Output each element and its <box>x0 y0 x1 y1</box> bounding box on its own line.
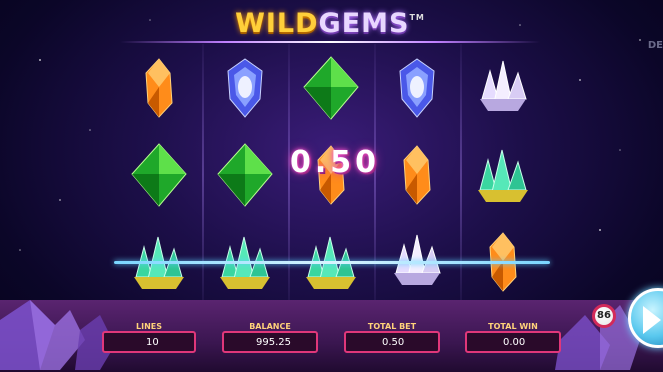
green-gem-symbol <box>116 131 202 218</box>
green-crystal-cluster-icon <box>478 149 528 202</box>
logo-trademark: TM <box>409 13 425 22</box>
green-gem-icon <box>303 55 359 120</box>
total-win-box: 0.00 <box>465 331 561 353</box>
balance-label: BALANCE <box>249 322 291 331</box>
play-arrow-icon <box>643 306 661 334</box>
game-stage: WILDGEMSTM DE 0.50 LINES 10 BALANCE 995.… <box>0 0 663 372</box>
ground-crystals <box>0 300 640 370</box>
balance-value: 995.25 <box>256 337 291 348</box>
total-win-panel: TOTAL WIN 0.00 <box>465 322 561 356</box>
green-gem-symbol <box>288 44 374 131</box>
total-bet-label: TOTAL BET <box>367 322 417 331</box>
total-bet-value: 0.50 <box>382 337 405 348</box>
autoplay-count-badge[interactable]: 86 <box>592 304 616 328</box>
blue-gem-symbol <box>374 44 460 131</box>
green-gem-symbol <box>202 131 288 218</box>
payline-indicator <box>114 261 550 264</box>
lines-panel[interactable]: LINES 10 <box>102 322 196 356</box>
lines-label: LINES <box>136 322 162 331</box>
white-crystal-cluster-symbol <box>460 44 546 131</box>
lines-box: 10 <box>102 331 196 353</box>
logo-underline <box>120 41 540 43</box>
orange-gem-icon <box>145 57 173 118</box>
game-logo: WILDGEMSTM <box>180 4 480 44</box>
green-gem-icon <box>217 142 273 207</box>
orange-gem-icon <box>403 144 431 205</box>
win-amount-display: 0.50 <box>289 145 381 180</box>
balance-panel: BALANCE 995.25 <box>222 322 318 356</box>
blue-gem-symbol <box>202 44 288 131</box>
balance-box: 995.25 <box>222 331 318 353</box>
logo-gems-text: GEMS <box>318 8 410 39</box>
crystal-ground <box>0 300 663 372</box>
total-win-value: 0.00 <box>503 337 526 348</box>
total-bet-box: 0.50 <box>344 331 440 353</box>
total-win-label: TOTAL WIN <box>488 322 538 331</box>
green-gem-icon <box>131 142 187 207</box>
blue-gem-icon <box>227 57 263 118</box>
logo-wild-text: WILD <box>235 8 319 39</box>
green-crystal-cluster-symbol <box>460 131 546 218</box>
orange-gem-symbol <box>116 44 202 131</box>
lines-value: 10 <box>146 337 159 348</box>
total-bet-panel[interactable]: TOTAL BET 0.50 <box>344 322 440 356</box>
white-crystal-cluster-icon <box>480 60 527 111</box>
blue-gem-icon <box>399 57 435 118</box>
side-menu-text[interactable]: DE <box>648 40 663 51</box>
